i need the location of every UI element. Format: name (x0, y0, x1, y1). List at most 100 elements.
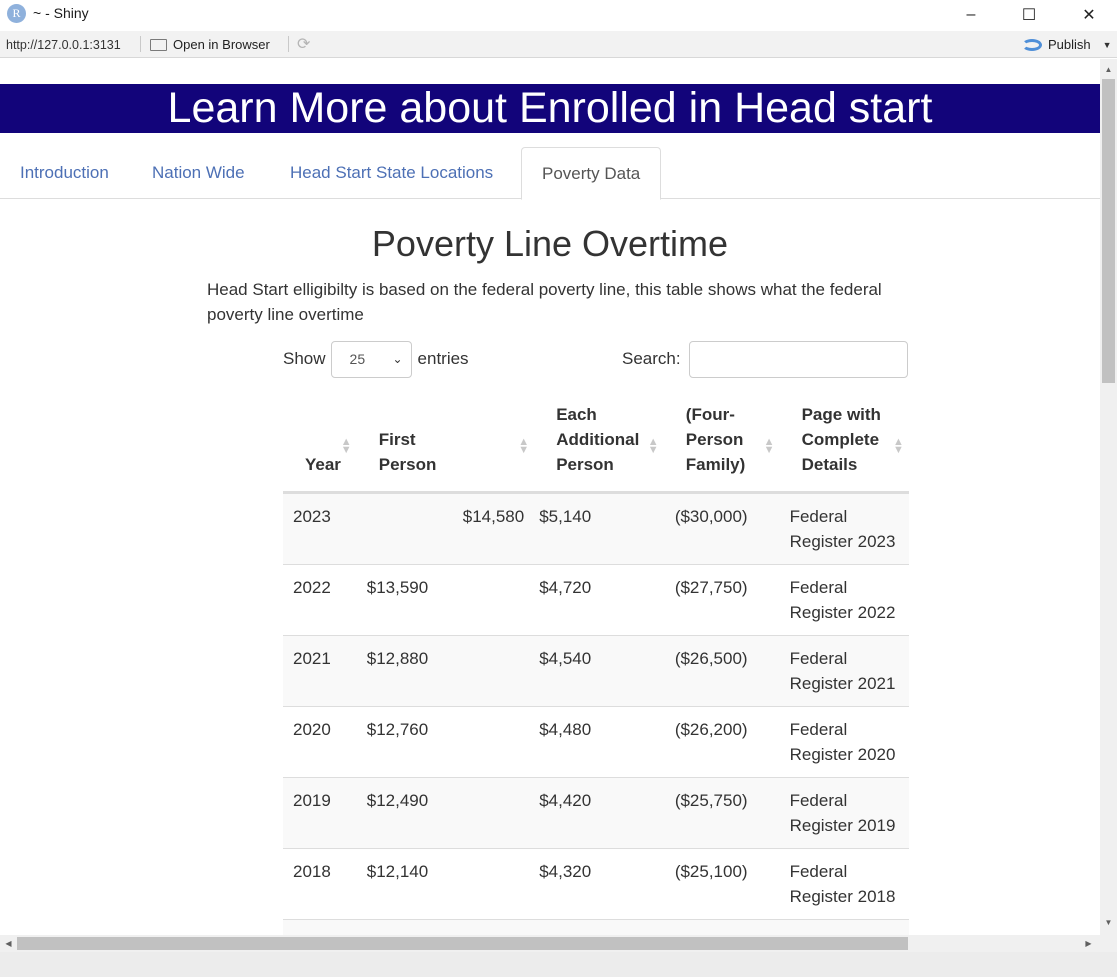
cell-each-additional-person: $4,720 (534, 564, 664, 636)
tab-nation-wide[interactable]: Nation Wide (132, 147, 265, 199)
column-header-label: Page with Complete Details (801, 405, 881, 474)
cell-each-additional-person: $5,140 (534, 492, 664, 565)
open-in-browser-button[interactable]: Open in Browser (150, 37, 270, 52)
cell-details: Federal Register 2022 (779, 564, 909, 636)
cell-four-person-family: ($25,100) (663, 848, 780, 920)
column-header-first-person[interactable]: First Person ▲ ▼ (356, 394, 535, 494)
cell-each-additional-person: $4,480 (534, 706, 664, 778)
horizontal-scrollbar[interactable]: ◀ ▶ (0, 935, 1100, 952)
cell-first-person: $12,060 (356, 919, 535, 935)
column-header-year[interactable]: Year ▲ ▼ (283, 394, 357, 494)
table-row[interactable]: 2019 $12,490 $4,420 ($25,750) Federal Re… (283, 777, 909, 849)
cell-four-person-family: ($26,200) (663, 706, 780, 778)
url-display[interactable]: http://127.0.0.1:3131 (6, 38, 121, 52)
vertical-scroll-thumb[interactable] (1102, 79, 1115, 383)
table-header-row: Year ▲ ▼ First Person ▲ ▼ Each Additional … (283, 394, 909, 494)
scroll-down-arrow-icon[interactable]: ▼ (1100, 914, 1117, 931)
cell-four-person-family: ($26,500) (663, 635, 780, 707)
page-title: Poverty Line Overtime (371, 223, 729, 264)
cell-first-person: $12,880 (356, 635, 535, 707)
cell-each-additional-person: $4,540 (534, 635, 664, 707)
page-length-value: 25 (349, 350, 366, 367)
column-header-label: First Person (378, 430, 437, 474)
tab-bar: Introduction Nation Wide Head Start Stat… (0, 133, 1100, 200)
search-control: Search: (622, 340, 908, 378)
scroll-left-arrow-icon[interactable]: ◀ (0, 935, 17, 952)
cell-four-person-family: ($27,750) (663, 564, 780, 636)
column-header-each-additional-person[interactable]: Each Additional Person ▲ ▼ (534, 394, 664, 494)
cell-four-person-family: ($30,000) (663, 492, 780, 565)
cell-four-person-family: ($24,600) (663, 919, 780, 935)
sort-icon: ▲ ▼ (763, 436, 775, 456)
table-row[interactable]: 2022 $13,590 $4,720 ($27,750) Federal Re… (283, 564, 909, 636)
cell-year: 2017 (283, 919, 357, 935)
cell-details: Federal Register 2020 (779, 706, 909, 778)
column-header-label: Year (305, 455, 341, 474)
cell-details: Federal Register 2021 (779, 635, 909, 707)
column-header-page-with-complete-details[interactable]: Page with Complete Details ▲ ▼ (779, 394, 909, 494)
cell-year: 2023 (283, 492, 357, 565)
page-length-control: Show 25 ⌄ entries (283, 340, 469, 378)
close-icon[interactable]: ✕ (1066, 0, 1112, 30)
cell-details: Federal Register 2017 (779, 919, 909, 935)
cell-details: Federal Register 2023 (779, 492, 909, 565)
maximize-icon[interactable]: ☐ (1006, 0, 1052, 30)
tab-head-start-state-locations[interactable]: Head Start State Locations (270, 147, 513, 199)
scrollbar-corner (1100, 935, 1117, 952)
column-header-four-person-family[interactable]: (Four-Person Family) ▲ ▼ (663, 394, 780, 494)
window-titlebar: R ~ - Shiny – ☐ ✕ (0, 0, 1117, 30)
cell-first-person: $12,760 (356, 706, 535, 778)
publish-icon (1022, 38, 1042, 51)
sort-icon: ▲ ▼ (340, 436, 352, 456)
cell-first-person: $12,140 (356, 848, 535, 920)
horizontal-scroll-thumb[interactable] (17, 937, 908, 950)
sort-icon: ▲ ▼ (893, 436, 904, 456)
viewer-toolbar: http://127.0.0.1:3131 Open in Browser ⟳ … (0, 31, 1117, 58)
page-description: Head Start elligibilty is based on the f… (207, 280, 882, 324)
publish-label: Publish (1048, 37, 1091, 52)
cell-first-person: $14,580 (356, 492, 535, 565)
cell-details: Federal Register 2019 (779, 777, 909, 849)
browser-window-icon (150, 38, 167, 51)
table-row[interactable]: 2023 $14,580 $5,140 ($30,000) Federal Re… (283, 492, 909, 565)
chevron-down-icon: ⌄ (392, 351, 403, 366)
cell-first-person: $13,590 (356, 564, 535, 636)
scroll-up-arrow-icon[interactable]: ▲ (1100, 61, 1117, 78)
cell-year: 2019 (283, 777, 357, 849)
sort-icon: ▲ ▼ (647, 436, 659, 456)
table-row[interactable]: 2021 $12,880 $4,540 ($26,500) Federal Re… (283, 635, 909, 707)
table-row[interactable]: 2020 $12,760 $4,480 ($26,200) Federal Re… (283, 706, 909, 778)
cell-year: 2021 (283, 635, 357, 707)
chevron-down-icon[interactable]: ▼ (1103, 40, 1112, 50)
window-title: ~ - Shiny (33, 5, 89, 21)
cell-each-additional-person: $4,180 (534, 919, 664, 935)
cell-first-person: $12,490 (356, 777, 535, 849)
show-label: Show (283, 349, 326, 368)
sort-icon: ▲ ▼ (518, 436, 530, 456)
cell-year: 2022 (283, 564, 357, 636)
entries-label: entries (417, 349, 469, 368)
publish-button[interactable]: Publish ▼ (1022, 37, 1112, 52)
tab-poverty-data[interactable]: Poverty Data (521, 147, 662, 200)
minimize-icon[interactable]: – (948, 0, 994, 30)
open-in-browser-label: Open in Browser (173, 37, 270, 52)
page-length-select[interactable]: 25 ⌄ (330, 340, 412, 378)
window-bottom-edge (0, 952, 1117, 977)
table-row[interactable]: 2017 $12,060 $4,180 ($24,600) Federal Re… (283, 919, 909, 935)
r-app-icon: R (7, 4, 26, 23)
cell-year: 2020 (283, 706, 357, 778)
column-header-label: Each Additional Person (556, 405, 640, 474)
refresh-icon[interactable]: ⟳ (297, 36, 314, 53)
table-row[interactable]: 2018 $12,140 $4,320 ($25,100) Federal Re… (283, 848, 909, 920)
cell-year: 2018 (283, 848, 357, 920)
poverty-table: Year ▲ ▼ First Person ▲ ▼ Each Additional … (283, 394, 909, 935)
page-banner: Learn More about Enrolled in Head start (0, 84, 1100, 133)
scroll-right-arrow-icon[interactable]: ▶ (1080, 935, 1097, 952)
cell-each-additional-person: $4,420 (534, 777, 664, 849)
tab-introduction[interactable]: Introduction (0, 147, 129, 199)
toolbar-divider (140, 36, 141, 52)
search-input[interactable] (688, 340, 908, 378)
cell-details: Federal Register 2018 (779, 848, 909, 920)
search-label: Search: (622, 349, 681, 368)
vertical-scrollbar[interactable]: ▲ ▼ (1100, 59, 1117, 935)
